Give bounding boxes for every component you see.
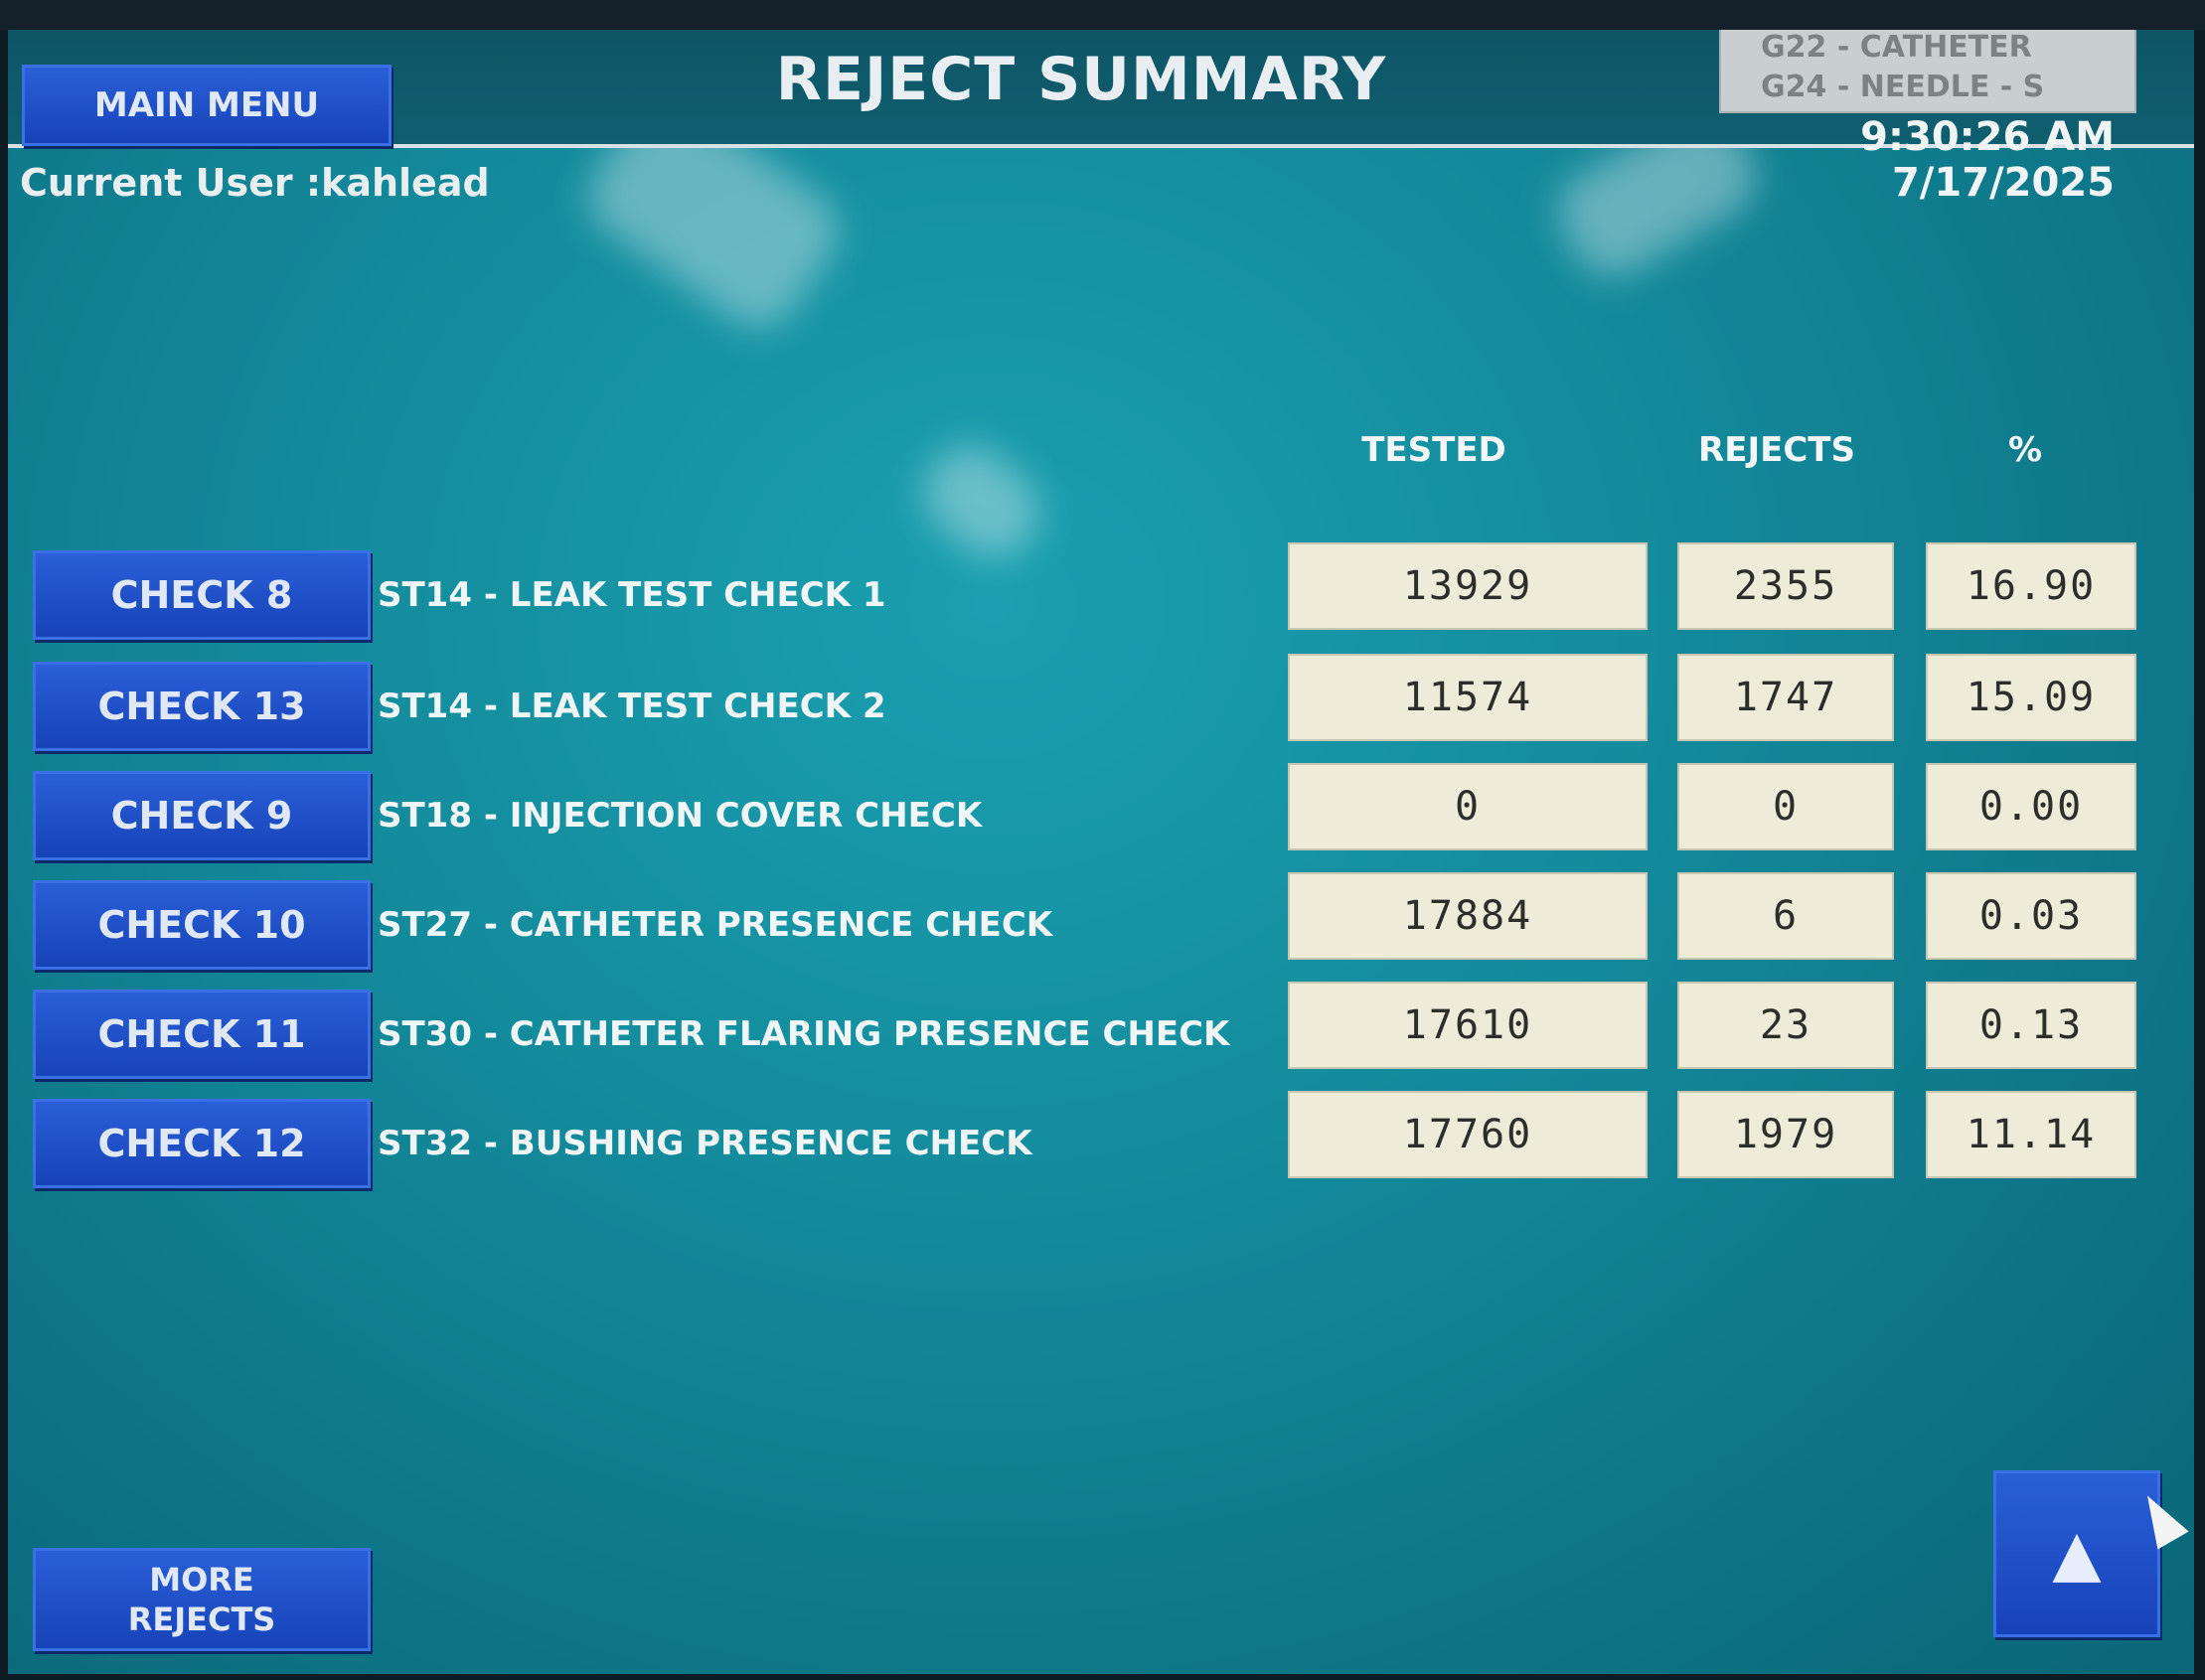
- percent-value: 11.14: [1926, 1091, 2136, 1178]
- tested-value: 17610: [1288, 982, 1648, 1069]
- percent-value: 0.00: [1926, 763, 2136, 850]
- tested-value: 17760: [1288, 1091, 1648, 1178]
- hmi-screen: MAIN MENU REJECT SUMMARY G22 - CATHETER …: [8, 30, 2194, 1674]
- check-11-button[interactable]: CHECK 11: [33, 990, 371, 1079]
- table-row: CHECK 11 ST30 - CATHETER FLARING PRESENC…: [8, 982, 2194, 1089]
- more-rejects-label-1: MORE: [149, 1561, 254, 1599]
- check-12-button[interactable]: CHECK 12: [33, 1099, 371, 1188]
- column-header-rejects: REJECTS: [1698, 430, 1855, 470]
- column-header-percent: %: [2007, 430, 2043, 470]
- product-line-2: G24 - NEEDLE - S: [1761, 70, 2045, 104]
- percent-value: 16.90: [1926, 542, 2136, 630]
- check-description: ST14 - LEAK TEST CHECK 1: [378, 575, 886, 615]
- check-description: ST32 - BUSHING PRESENCE CHECK: [378, 1124, 1032, 1163]
- datetime-display: 9:30:26 AM 7/17/2025: [1860, 114, 2115, 206]
- check-9-button[interactable]: CHECK 9: [33, 771, 371, 860]
- check-description: ST18 - INJECTION COVER CHECK: [378, 796, 983, 836]
- monitor-bezel: [0, 0, 2205, 30]
- rejects-value: 6: [1677, 872, 1894, 960]
- tested-value: 13929: [1288, 542, 1648, 630]
- check-10-button[interactable]: CHECK 10: [33, 880, 371, 970]
- check-description: ST27 - CATHETER PRESENCE CHECK: [378, 905, 1053, 945]
- rejects-value: 23: [1677, 982, 1894, 1069]
- product-line-1: G22 - CATHETER: [1761, 30, 2032, 65]
- rejects-value: 0: [1677, 763, 1894, 850]
- more-rejects-button[interactable]: MORE REJECTS: [33, 1548, 371, 1651]
- rejects-value: 2355: [1677, 542, 1894, 630]
- tested-value: 0: [1288, 763, 1648, 850]
- percent-value: 15.09: [1926, 654, 2136, 741]
- main-menu-button[interactable]: MAIN MENU: [22, 65, 392, 146]
- table-row: CHECK 9 ST18 - INJECTION COVER CHECK 0 0…: [8, 763, 2194, 870]
- rejects-value: 1747: [1677, 654, 1894, 741]
- table-row: CHECK 10 ST27 - CATHETER PRESENCE CHECK …: [8, 872, 2194, 980]
- check-description: ST14 - LEAK TEST CHECK 2: [378, 687, 886, 726]
- more-rejects-label-2: REJECTS: [127, 1601, 276, 1638]
- tested-value: 17884: [1288, 872, 1648, 960]
- up-arrow-icon: ▲: [2052, 1517, 2102, 1591]
- percent-value: 0.03: [1926, 872, 2136, 960]
- column-header-tested: TESTED: [1361, 430, 1506, 470]
- product-indicator: G22 - CATHETER G24 - NEEDLE - S: [1719, 30, 2136, 113]
- check-description: ST30 - CATHETER FLARING PRESENCE CHECK: [378, 1014, 1230, 1054]
- up-button[interactable]: ▲: [1993, 1470, 2160, 1637]
- page-title: REJECT SUMMARY: [775, 45, 1387, 114]
- table-row: CHECK 8 ST14 - LEAK TEST CHECK 1 13929 2…: [8, 542, 2194, 650]
- rejects-value: 1979: [1677, 1091, 1894, 1178]
- check-13-button[interactable]: CHECK 13: [33, 662, 371, 751]
- table-row: CHECK 12 ST32 - BUSHING PRESENCE CHECK 1…: [8, 1091, 2194, 1198]
- check-8-button[interactable]: CHECK 8: [33, 550, 371, 640]
- percent-value: 0.13: [1926, 982, 2136, 1069]
- current-user-label: Current User :kahlead: [20, 161, 490, 205]
- table-row: CHECK 13 ST14 - LEAK TEST CHECK 2 11574 …: [8, 654, 2194, 761]
- tested-value: 11574: [1288, 654, 1648, 741]
